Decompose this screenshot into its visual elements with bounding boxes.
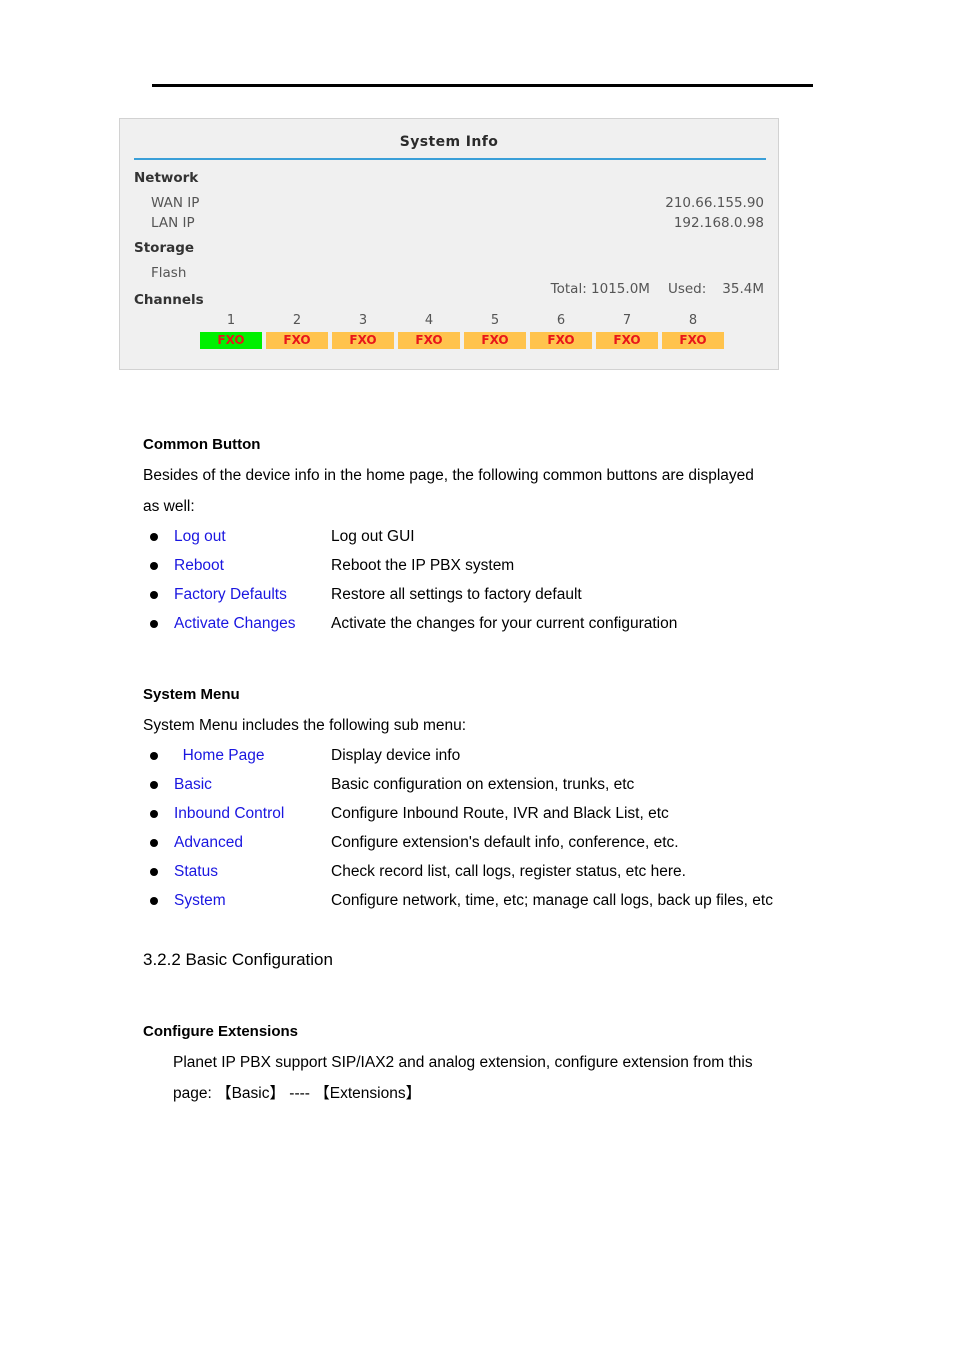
bullet-icon [150,752,158,760]
channel-number-2: 2 [292,313,302,328]
list-item: Reboot Reboot the IP PBX system [143,551,833,580]
flash-total-value: Total: 1015.0M [550,281,650,297]
channels-section-heading: Channels [134,292,204,308]
list-item: Activate Changes Activate the changes for… [143,609,833,638]
flash-label: Flash [151,265,187,281]
list-item: System Configure network, time, etc; mana… [143,886,833,915]
bullet-icon [150,868,158,876]
bullet-icon [150,562,158,570]
flash-used-value: 35.4M [722,281,764,297]
channel-number-3: 3 [358,313,368,328]
bullet-icon [150,620,158,628]
bullet-icon [150,533,158,541]
list-item: Basic Basic configuration on extension, t… [143,770,833,799]
system-menu-heading: System Menu [143,686,240,703]
configure-extensions-body-line1: Planet IP PBX support SIP/IAX2 and analo… [173,1054,753,1071]
list-item: Factory Defaults Restore all settings to … [143,580,833,609]
channel-cell-2: 2 FXO [266,313,328,349]
system-menu-desc-basic: Basic configuration on extension, trunks… [331,776,635,793]
lan-ip-value: 192.168.0.98 [673,215,764,231]
channel-cell-5: 5 FXO [464,313,526,349]
channel-badge-5[interactable]: FXO [464,332,526,349]
system-info-panel: System Info Network WAN IP 210.66.155.90… [119,118,779,370]
common-button-link-logout[interactable]: Log out [174,522,331,551]
common-button-desc-activate-changes: Activate the changes for your current co… [331,615,678,632]
common-button-link-factory-defaults[interactable]: Factory Defaults [174,580,331,609]
system-menu-link-inbound-control[interactable]: Inbound Control [174,799,331,828]
system-menu-desc-advanced: Configure extension's default info, conf… [331,834,679,851]
channel-badge-6[interactable]: FXO [530,332,592,349]
list-item: Status Check record list, call logs, regi… [143,857,833,886]
common-button-heading: Common Button [143,436,261,453]
channel-number-8: 8 [688,313,698,328]
configure-extensions-body-line2: page: 【Basic】 ---- 【Extensions】 [173,1085,422,1102]
bullet-icon [150,839,158,847]
page-header-rule [152,84,813,87]
channel-number-7: 7 [622,313,632,328]
section-heading-basic-configuration: 3.2.2 Basic Configuration [143,950,333,969]
common-button-list: Log out Log out GUI Reboot Reboot the IP P… [143,522,833,638]
storage-section-heading: Storage [134,240,195,256]
channel-number-1: 1 [226,313,236,328]
network-section-heading: Network [134,170,199,186]
system-menu-link-system[interactable]: System [174,886,331,915]
common-button-desc-factory-defaults: Restore all settings to factory default [331,586,582,603]
system-menu-desc-home-page: Display device info [331,747,461,764]
common-button-desc-logout: Log out GUI [331,528,415,545]
channel-cell-4: 4 FXO [398,313,460,349]
system-info-title: System Info [399,134,499,150]
channel-cell-1: 1 FXO [200,313,262,349]
channel-number-6: 6 [556,313,566,328]
system-menu-link-status[interactable]: Status [174,857,331,886]
common-button-intro-line2: as well: [143,498,195,515]
common-button-link-activate-changes[interactable]: Activate Changes [174,609,331,638]
wan-ip-value: 210.66.155.90 [665,195,764,211]
channel-badge-2[interactable]: FXO [266,332,328,349]
channel-cell-8: 8 FXO [662,313,724,349]
common-button-desc-reboot: Reboot the IP PBX system [331,557,515,574]
system-menu-link-advanced[interactable]: Advanced [174,828,331,857]
wan-ip-label: WAN IP [151,195,200,211]
channel-badge-8[interactable]: FXO [662,332,724,349]
system-menu-desc-system: Configure network, time, etc; manage cal… [331,892,773,909]
system-menu-intro: System Menu includes the following sub m… [143,717,467,734]
channel-cell-6: 6 FXO [530,313,592,349]
flash-used-label: Used: [667,281,707,297]
bullet-icon [150,781,158,789]
system-menu-list: Home Page Display device info Basic Basic … [143,741,833,915]
channel-badge-1[interactable]: FXO [200,332,262,349]
common-button-link-reboot[interactable]: Reboot [174,551,331,580]
lan-ip-label: LAN IP [151,215,195,231]
list-item: Home Page Display device info [143,741,833,770]
list-item: Inbound Control Configure Inbound Route, … [143,799,833,828]
channel-badge-4[interactable]: FXO [398,332,460,349]
system-info-divider [134,158,766,160]
channel-badge-3[interactable]: FXO [332,332,394,349]
bullet-icon [150,591,158,599]
channel-cell-3: 3 FXO [332,313,394,349]
system-menu-desc-inbound-control: Configure Inbound Route, IVR and Black L… [331,805,669,822]
channel-cell-7: 7 FXO [596,313,658,349]
channel-number-4: 4 [424,313,434,328]
system-menu-link-basic[interactable]: Basic [174,770,331,799]
bullet-icon [150,897,158,905]
document-body: Common Button Besides of the device info… [143,430,833,1109]
list-item: Advanced Configure extension's default in… [143,828,833,857]
channel-badge-7[interactable]: FXO [596,332,658,349]
configure-extensions-heading: Configure Extensions [143,1023,299,1040]
system-menu-desc-status: Check record list, call logs, register s… [331,863,686,880]
common-button-intro-line1: Besides of the device info in the home p… [143,467,754,484]
bullet-icon [150,810,158,818]
channels-strip: 1 FXO 2 FXO 3 FXO 4 FXO 5 FXO 6 FXO 7 FX… [200,313,724,349]
list-item: Log out Log out GUI [143,522,833,551]
system-menu-link-home-page[interactable]: Home Page [174,741,331,770]
flash-usage-values: Total: 1015.0M Used: 35.4M [534,265,764,313]
channel-number-5: 5 [490,313,500,328]
